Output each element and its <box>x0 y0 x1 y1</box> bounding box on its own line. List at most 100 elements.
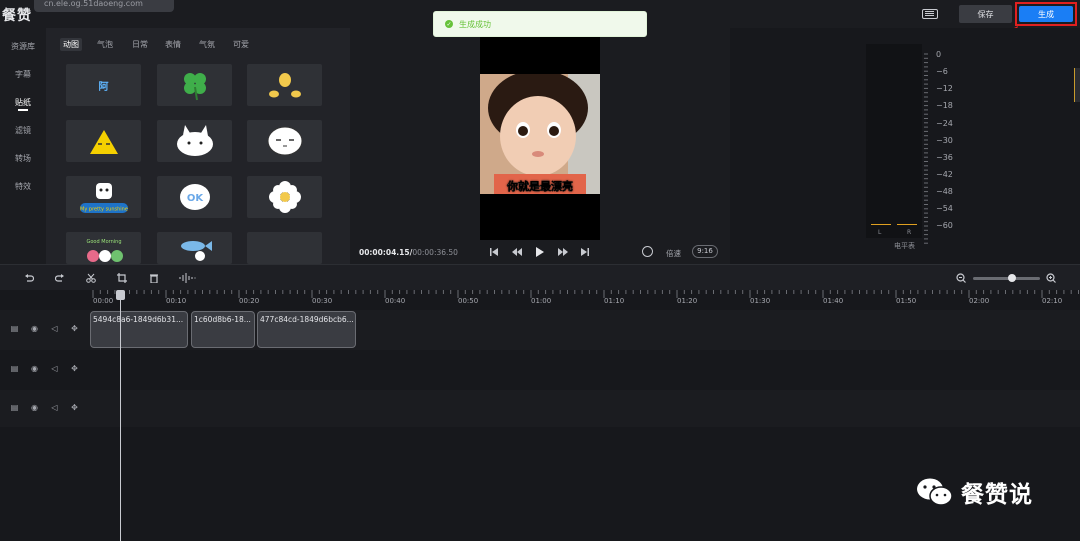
panel-collapse-handle[interactable] <box>1074 68 1080 102</box>
keyboard-icon[interactable] <box>922 9 938 19</box>
track-layer-icon[interactable]: ▤ <box>10 404 19 412</box>
video-frame: 你就是最漂亮 <box>480 74 600 194</box>
yellow-face-sticker-icon <box>89 130 118 154</box>
url-bar: cn.ele.og.51daoeng.com <box>34 0 174 12</box>
move-icon[interactable]: ✥ <box>70 325 79 333</box>
success-toast: ✓ 生成成功 <box>433 11 647 37</box>
goodmorning-text: Good Morning <box>86 239 121 245</box>
sticker-tile[interactable]: Good Morning <box>66 232 141 264</box>
video-canvas[interactable]: 你就是最漂亮 <box>480 28 600 240</box>
fish-sticker-icon <box>180 241 212 261</box>
zoom-in-icon[interactable] <box>1046 273 1056 283</box>
ruler-label: 01:20 <box>677 297 698 305</box>
audio-wave-icon[interactable] <box>178 273 198 283</box>
dog-sticker-icon: My pretty sunshine <box>79 183 128 213</box>
tab-daily[interactable]: 日常 <box>132 39 148 50</box>
sticker-tile[interactable]: OK <box>157 176 232 218</box>
tab-animated[interactable]: 动图 <box>60 38 82 51</box>
level-meter <box>866 44 922 238</box>
ruler-label: 01:10 <box>604 297 625 305</box>
tab-emoji[interactable]: 表情 <box>165 39 181 50</box>
sticker-tile[interactable] <box>157 232 232 264</box>
tab-bubble[interactable]: 气泡 <box>97 39 113 50</box>
sticker-tile[interactable] <box>157 120 232 162</box>
rewind-icon[interactable] <box>512 247 522 257</box>
track-row[interactable]: ▤ ◉ ◁ ✥ <box>0 350 1080 388</box>
play-icon[interactable] <box>535 247 545 257</box>
ruler-label: 00:50 <box>458 297 479 305</box>
aspect-ratio-toggle[interactable]: 9:16 <box>692 245 718 258</box>
meter-tick-label: −54 <box>936 204 953 213</box>
ruler-label: 00:10 <box>166 297 187 305</box>
crop-icon[interactable] <box>117 273 127 283</box>
sticker-tile-empty[interactable] <box>247 232 322 264</box>
fast-forward-icon[interactable] <box>558 247 568 257</box>
timeline-clip[interactable]: 5494c8a6-1849d6b31... <box>90 311 188 348</box>
meter-scale-ticks <box>924 53 928 244</box>
speaker-icon[interactable]: ◁ <box>50 404 59 412</box>
tab-cute[interactable]: 可爱 <box>233 39 249 50</box>
timeline-ruler[interactable]: 00:00 00:10 00:20 00:30 00:40 00:50 01:0… <box>0 290 1080 310</box>
nav-item-subtitles[interactable]: 字幕 <box>0 69 46 80</box>
check-circle-icon: ✓ <box>445 20 453 28</box>
ruler-label: 01:50 <box>896 297 917 305</box>
zoom-slider[interactable] <box>973 277 1040 280</box>
eye-icon[interactable]: ◉ <box>30 404 39 412</box>
meter-right-label: R <box>907 229 912 236</box>
speaker-icon[interactable]: ◁ <box>50 365 59 373</box>
meter-tick-label: 0 <box>936 50 942 59</box>
nav-item-library[interactable]: 资源库 <box>0 41 46 52</box>
speaker-icon[interactable]: ◁ <box>50 325 59 333</box>
sticker-tile[interactable] <box>247 176 322 218</box>
nav-item-transitions[interactable]: 转场 <box>0 153 46 164</box>
tab-mood[interactable]: 气氛 <box>199 39 215 50</box>
ruler-label: 01:30 <box>750 297 771 305</box>
redo-icon[interactable] <box>55 273 65 283</box>
meter-tick-label: −18 <box>936 101 953 110</box>
meter-left-label: L <box>878 229 882 236</box>
ruler-label: 00:20 <box>239 297 260 305</box>
chick-sticker-icon <box>268 73 301 98</box>
sticker-tile[interactable] <box>66 120 141 162</box>
scissors-icon[interactable] <box>86 273 96 283</box>
eye-icon[interactable]: ◉ <box>30 365 39 373</box>
sticker-tile[interactable]: 阿 <box>66 64 141 106</box>
audio-meter-panel: L R 电平表 0 −6 −12 −18 −24 −30 −36 −42 −48… <box>730 28 1080 264</box>
track-row[interactable]: ▤ ◉ ◁ ✥ <box>0 390 1080 427</box>
speed-label[interactable]: 倍速 <box>666 248 681 259</box>
meter-tick-label: −60 <box>936 221 953 230</box>
undo-icon[interactable] <box>24 273 34 283</box>
sticker-tile[interactable] <box>247 64 322 106</box>
sticker-tile[interactable] <box>157 64 232 106</box>
timeline-clip[interactable]: 1c60d8b6-18... <box>191 311 255 348</box>
skip-start-icon[interactable] <box>489 247 499 257</box>
nav-item-filters[interactable]: 滤镜 <box>0 125 46 136</box>
zoom-slider-handle[interactable] <box>1008 274 1016 282</box>
flower-sticker-icon <box>268 181 301 213</box>
nav-item-effects[interactable]: 特效 <box>0 181 46 192</box>
eye-icon[interactable]: ◉ <box>30 325 39 333</box>
move-icon[interactable]: ✥ <box>70 404 79 412</box>
cloud-ok-sticker-icon: OK <box>179 184 210 210</box>
meter-left-bar <box>871 223 891 225</box>
track-layer-icon[interactable]: ▤ <box>10 365 19 373</box>
nav-item-stickers[interactable]: 贴纸 <box>0 97 46 108</box>
cloud-ok-text: OK <box>186 193 204 204</box>
sticker-library: 动图 气泡 日常 表情 气氛 可爱 阿 My pretty sunshine O… <box>46 28 393 264</box>
skip-end-icon[interactable] <box>580 247 590 257</box>
playhead-line[interactable] <box>120 290 121 541</box>
meter-tick-label: −24 <box>936 119 953 128</box>
timeline-clip[interactable]: 477c84cd-1849d6bcb6... <box>257 311 356 348</box>
ruler-label: 02:10 <box>1042 297 1063 305</box>
move-icon[interactable]: ✥ <box>70 365 79 373</box>
speed-gauge-icon[interactable] <box>642 246 653 257</box>
delete-icon[interactable] <box>149 273 159 283</box>
playhead-handle[interactable] <box>116 290 125 300</box>
text-sticker-icon: 阿 <box>98 81 109 93</box>
app-logo: 餐赞 <box>2 8 32 24</box>
zoom-out-icon[interactable] <box>956 273 966 283</box>
sticker-tile[interactable] <box>247 120 322 162</box>
track-layer-icon[interactable]: ▤ <box>10 325 19 333</box>
sticker-tile[interactable]: My pretty sunshine <box>66 176 141 218</box>
ruler-label: 00:40 <box>385 297 406 305</box>
